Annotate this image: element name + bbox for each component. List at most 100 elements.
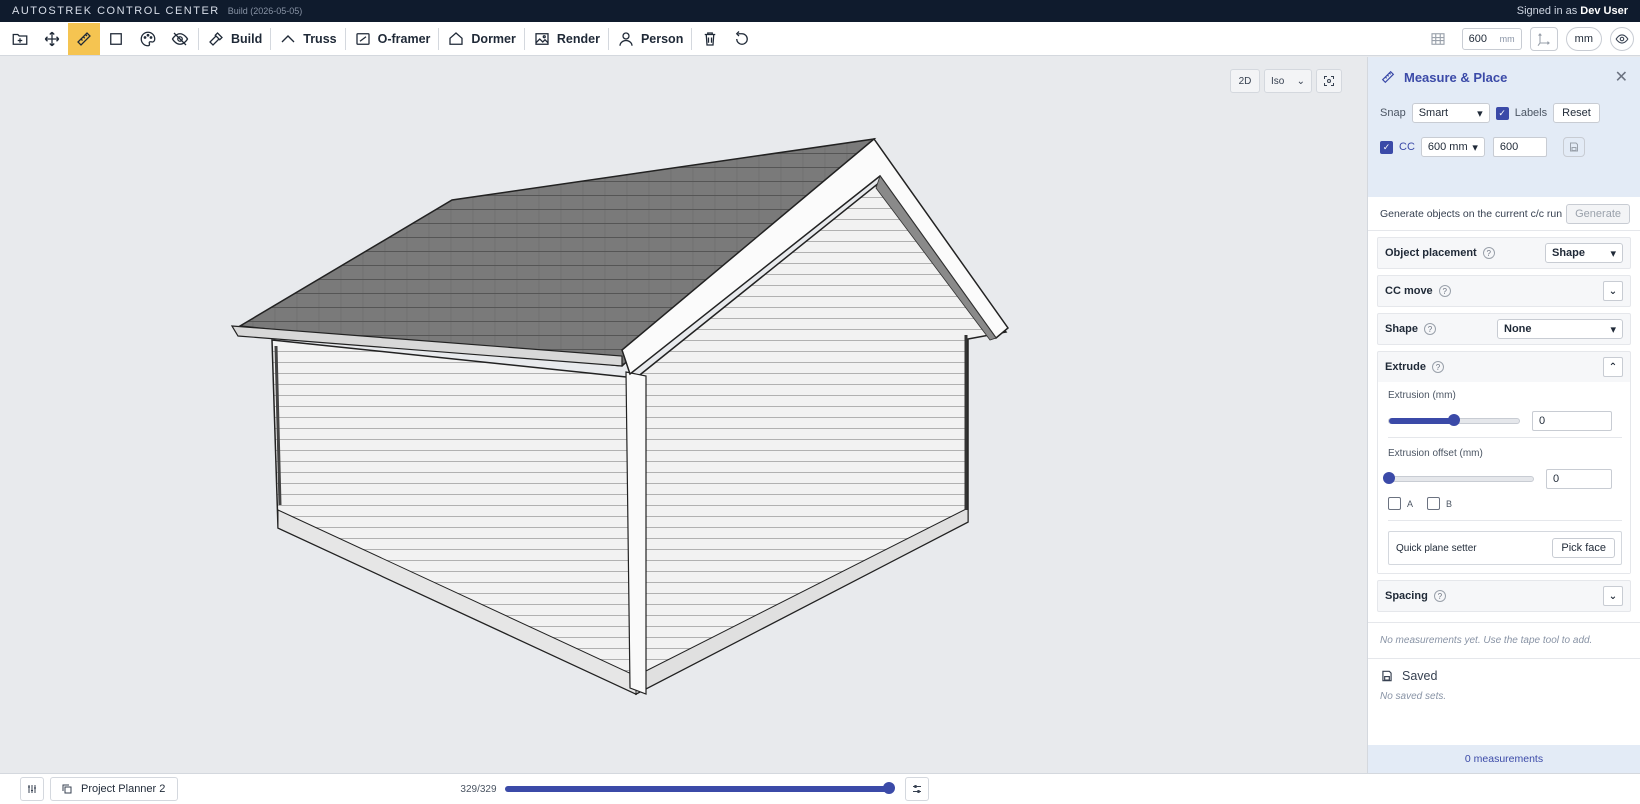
extrude-header[interactable]: Extrude ? ⌃: [1378, 352, 1630, 382]
shape-select[interactable]: None ▾: [1497, 319, 1623, 339]
reset-button[interactable]: Reset: [1553, 103, 1600, 123]
chevron-down-icon[interactable]: ⌄: [1603, 281, 1623, 301]
project-tab[interactable]: Project Planner 2: [50, 777, 179, 801]
chevron-down-icon: ⌄: [1296, 75, 1305, 87]
3d-viewport[interactable]: 2D Iso ⌄: [0, 57, 1366, 773]
timeline-settings-button[interactable]: [904, 777, 929, 801]
chevron-down-icon[interactable]: ⌄: [1603, 586, 1623, 606]
square-icon: [110, 32, 122, 45]
offset-slider-handle[interactable]: [1383, 472, 1395, 484]
object-placement-header: Object placement ? Shape ▾: [1378, 238, 1630, 268]
oframer-label: O-framer: [377, 31, 431, 46]
projection-value: Iso: [1271, 75, 1285, 87]
extrusion-offset-input[interactable]: 0: [1546, 469, 1612, 489]
move-tool-button[interactable]: [36, 23, 68, 55]
toolbar-divider: [198, 27, 199, 50]
help-icon[interactable]: ?: [1433, 590, 1446, 602]
toolbar-divider: [344, 27, 346, 50]
ab-checkbox-row: A B: [1388, 497, 1622, 510]
help-icon[interactable]: ?: [1438, 285, 1451, 297]
frame-icon: [355, 32, 370, 45]
b-checkbox[interactable]: [1427, 497, 1441, 510]
palette-icon: [140, 31, 156, 46]
measurement-count: 0 measurements: [1368, 745, 1640, 773]
snap-label: Snap: [1380, 107, 1406, 119]
help-icon[interactable]: ?: [1482, 247, 1495, 259]
settings-button[interactable]: [20, 777, 44, 801]
cc-move-header[interactable]: CC move ? ⌄: [1378, 276, 1630, 306]
axis-icon: [1537, 32, 1550, 46]
zoom-fit-button[interactable]: [1316, 69, 1342, 93]
extrusion-slider-handle[interactable]: [1448, 414, 1460, 426]
house-model[interactable]: [0, 57, 1366, 773]
quick-plane-label: Quick plane setter: [1396, 542, 1477, 554]
cc-checkbox[interactable]: ✓: [1380, 140, 1393, 154]
labels-label: Labels: [1514, 107, 1548, 119]
hide-toggle-button[interactable]: [164, 23, 196, 55]
folder-plus-icon: [12, 33, 28, 45]
toolbar-divider: [691, 27, 693, 50]
snap-select[interactable]: Smart ▾: [1411, 103, 1490, 123]
select-rectangle-button[interactable]: [100, 23, 132, 55]
bottom-bar: Project Planner 2 329/329: [0, 773, 1640, 804]
render-label: Render: [556, 31, 600, 46]
cc-row: ✓ CC 600 mm ▾ 600: [1380, 137, 1628, 157]
extrusion-input[interactable]: 0: [1532, 411, 1612, 431]
divider: [1388, 437, 1622, 438]
cc-value: 600 mm: [1427, 141, 1468, 153]
frame-counter: 329/329: [460, 783, 497, 795]
object-placement-select[interactable]: Shape ▾: [1545, 243, 1623, 263]
a-checkbox[interactable]: [1388, 497, 1401, 510]
delete-button[interactable]: [694, 23, 726, 55]
dormer-label: Dormer: [471, 31, 516, 46]
b-label: B: [1446, 498, 1453, 509]
signed-in-status: Signed in as Dev User: [1517, 5, 1628, 17]
projection-dropdown[interactable]: Iso ⌄: [1264, 69, 1312, 93]
timeline-slider[interactable]: [504, 782, 895, 794]
material-palette-button[interactable]: [132, 23, 164, 55]
render-button[interactable]: Render: [527, 23, 606, 55]
a-option[interactable]: A: [1388, 497, 1413, 510]
unit-toggle-button[interactable]: mm: [1565, 26, 1602, 51]
grid-spacing-input[interactable]: 600 mm: [1461, 27, 1522, 50]
spacing-header[interactable]: Spacing ? ⌄: [1378, 581, 1630, 611]
app-title: AUTOSTREK CONTROL CENTER: [12, 5, 220, 17]
signed-in-label: Signed in as: [1516, 5, 1578, 17]
truss-button[interactable]: Truss: [273, 23, 342, 55]
save-icon: [1569, 142, 1578, 152]
undo-button[interactable]: [726, 23, 758, 55]
view-controls: 2D Iso ⌄: [1230, 69, 1342, 93]
extrusion-offset-slider[interactable]: [1383, 472, 1534, 484]
oframer-button[interactable]: O-framer: [348, 23, 437, 55]
new-folder-button[interactable]: [4, 23, 36, 55]
labels-checkbox[interactable]: ✓: [1495, 106, 1509, 120]
user-name[interactable]: Dev User: [1580, 5, 1628, 17]
close-icon[interactable]: ✕: [1615, 67, 1628, 87]
build-button[interactable]: Build: [201, 23, 268, 55]
b-option[interactable]: B: [1427, 497, 1452, 510]
view-2d-button[interactable]: 2D: [1230, 69, 1260, 93]
generate-button[interactable]: Generate: [1566, 203, 1630, 224]
cc-move-label: CC move: [1385, 285, 1433, 297]
help-icon[interactable]: ?: [1431, 361, 1444, 373]
visibility-button[interactable]: [1610, 26, 1634, 51]
pick-face-button[interactable]: Pick face: [1552, 538, 1615, 558]
measure-tool-button[interactable]: [68, 22, 100, 55]
generate-description: Generate objects on the current c/c run: [1380, 207, 1563, 220]
chevron-up-icon[interactable]: ⌃: [1603, 357, 1623, 377]
grid-toggle-button[interactable]: [1422, 23, 1454, 55]
dormer-button[interactable]: Dormer: [441, 23, 521, 55]
timeline-handle[interactable]: [882, 782, 895, 794]
hammer-icon: [209, 31, 223, 46]
cc-input[interactable]: 600: [1492, 137, 1547, 157]
person-button[interactable]: Person: [611, 23, 689, 55]
axis-toggle-button[interactable]: [1529, 26, 1558, 51]
extrusion-slider[interactable]: [1388, 414, 1520, 426]
cc-select[interactable]: 600 mm ▾: [1420, 137, 1485, 157]
quick-plane-setter: Quick plane setter Pick face: [1388, 531, 1622, 565]
undo-icon: [736, 30, 749, 45]
save-cc-button[interactable]: [1562, 137, 1585, 157]
saved-title: Saved: [1402, 669, 1438, 683]
help-icon[interactable]: ?: [1424, 323, 1437, 335]
extrusion-slider-fill: [1389, 418, 1454, 424]
